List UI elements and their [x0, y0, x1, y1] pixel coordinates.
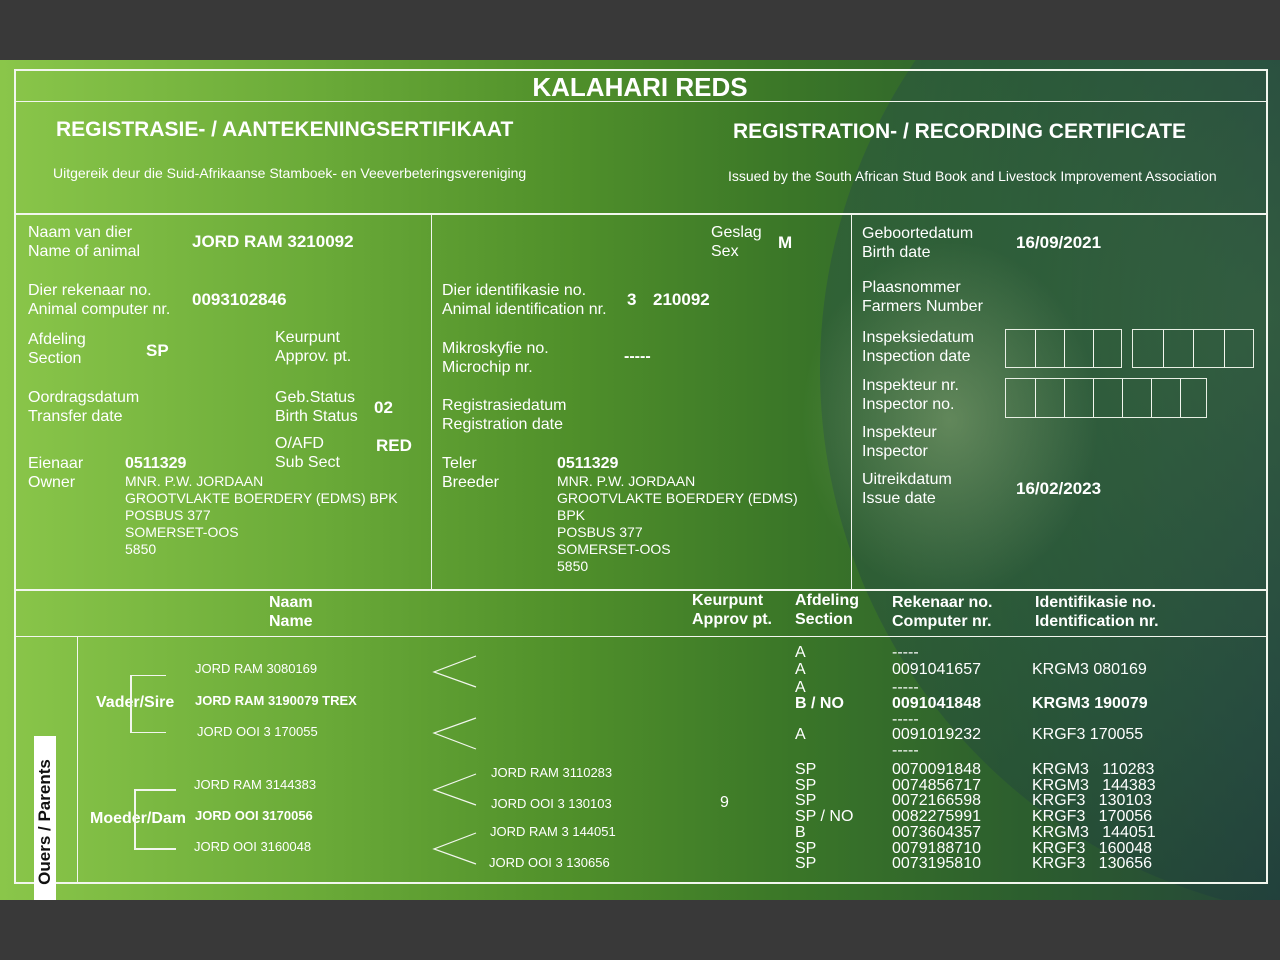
dam-idents: KRGM3 110283 KRGM3 144383 KRGF3 130103 K… [1032, 761, 1156, 873]
dam-sections: SP SP SP SP / NO B SP SP [795, 761, 854, 873]
dam-dam-dam-name: JORD OOI 3 130656 [489, 855, 610, 870]
dam-approv-pt: 9 [720, 794, 729, 811]
sire-section: A [795, 726, 806, 743]
chevron-sire-dam [432, 717, 477, 750]
dam-sire-dam-name: JORD OOI 3 130103 [491, 796, 612, 811]
dam-sire-sire-name: JORD RAM 3110283 [491, 765, 613, 780]
sire-section: B / NO [795, 695, 844, 712]
chevron-dam-dam [432, 832, 477, 865]
sire-ident: KRGM3 080169 [1032, 661, 1147, 678]
chevron-dam-sire [432, 773, 477, 806]
certificate: KALAHARI REDS REGISTRASIE- / AANTEKENING… [0, 60, 1280, 900]
sire-computer: ----- [892, 742, 919, 759]
sire-section: A [795, 661, 806, 678]
sire-ident: KRGF3 170055 [1032, 726, 1144, 743]
sire-computer: 0091041657 [892, 661, 981, 678]
sire-ident: KRGM3 190079 [1032, 695, 1148, 712]
dam-computers: 0070091848 0074856717 0072166598 0082275… [892, 761, 981, 873]
dam-dam-sire-name: JORD RAM 3 144051 [490, 824, 616, 839]
chevron-sire-sire [432, 655, 477, 688]
